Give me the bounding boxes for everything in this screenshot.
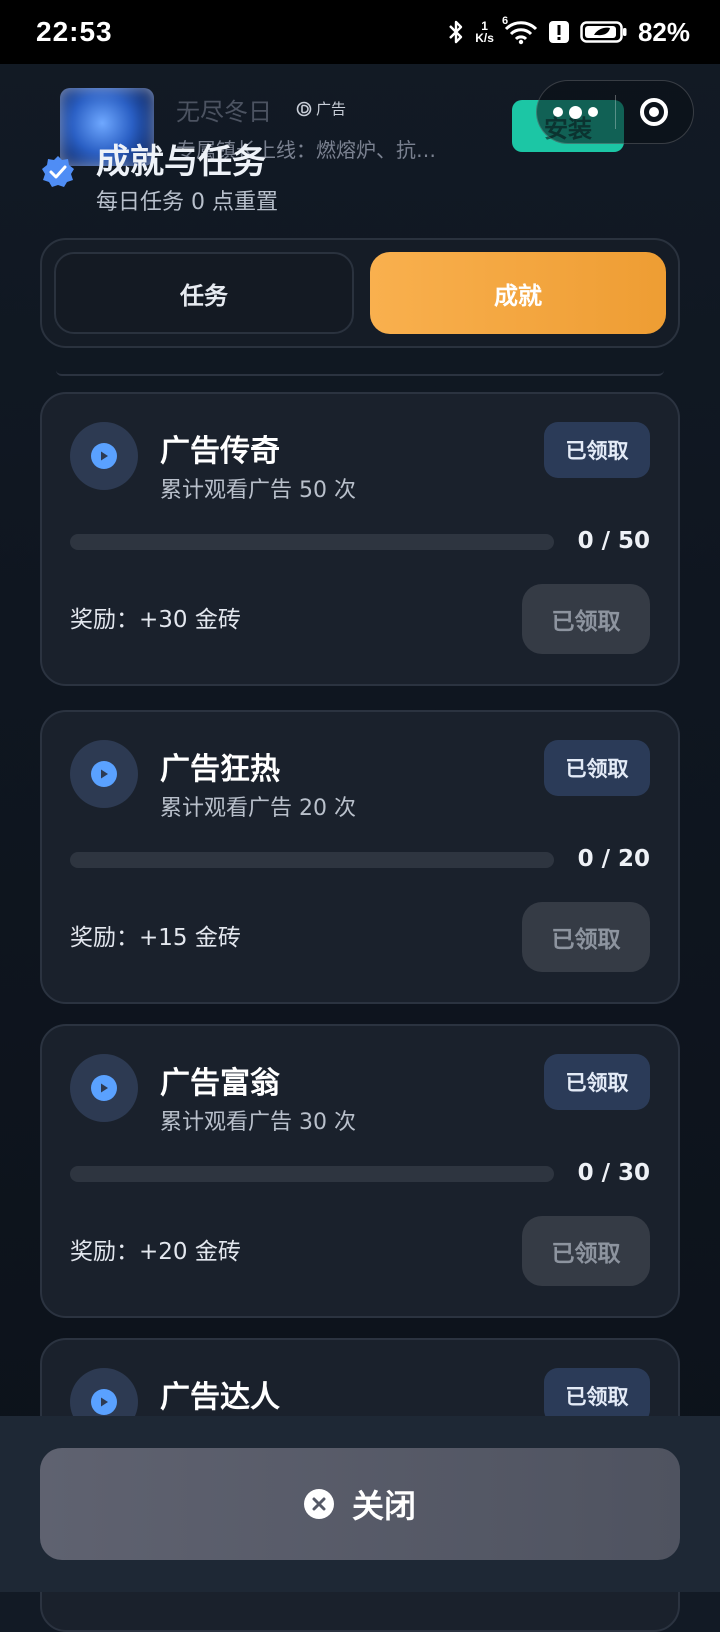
- close-label: 关闭: [351, 1487, 416, 1525]
- claim-button[interactable]: 已领取: [522, 584, 650, 654]
- mini-program-capsule: [536, 80, 694, 144]
- progress-bar: [70, 852, 554, 868]
- tab-tasks[interactable]: 任务: [54, 252, 354, 334]
- reward-text: 奖励：+15 金砖: [70, 925, 241, 951]
- status-icons: 1 K/s 6 82%: [447, 15, 690, 48]
- close-icon: [303, 1489, 334, 1519]
- page-subtitle: 每日任务 0 点重置: [96, 190, 278, 215]
- card-title: 广告传奇: [160, 434, 280, 469]
- wifi-icon: 6: [502, 15, 538, 45]
- network-speed: 1 K/s: [475, 19, 494, 45]
- ad-mark-icon: [296, 101, 312, 116]
- achievement-card: 广告传奇 累计观看广告 50 次 已领取 0 / 50 奖励：+30 金砖 已领…: [40, 392, 680, 686]
- status-badge: 已领取: [544, 422, 650, 478]
- alert-icon: [548, 19, 570, 45]
- claim-button[interactable]: 已领取: [522, 902, 650, 972]
- progress-bar: [70, 1166, 554, 1182]
- play-icon: [70, 740, 138, 808]
- status-badge: 已领取: [544, 1054, 650, 1110]
- tab-bar: 任务 成就: [40, 238, 680, 348]
- claim-button[interactable]: 已领取: [522, 1216, 650, 1286]
- more-menu-icon[interactable]: [537, 80, 615, 144]
- previous-card-edge: [56, 370, 664, 376]
- card-title: 广告狂热: [160, 752, 280, 787]
- play-icon: [70, 1054, 138, 1122]
- exit-mini-program-icon[interactable]: [616, 80, 694, 144]
- play-icon: [70, 422, 138, 490]
- reward-text: 奖励：+30 金砖: [70, 607, 241, 633]
- card-description: 累计观看广告 30 次: [160, 1110, 356, 1135]
- card-description: 累计观看广告 50 次: [160, 478, 356, 503]
- progress-count: 0 / 20: [577, 846, 650, 872]
- reward-text: 奖励：+20 金砖: [70, 1239, 241, 1265]
- progress-bar: [70, 534, 554, 550]
- bluetooth-icon: [447, 19, 465, 45]
- achievement-card: 广告狂热 累计观看广告 20 次 已领取 0 / 20 奖励：+15 金砖 已领…: [40, 710, 680, 1004]
- status-bar: 22:53 1 K/s 6 82%: [0, 0, 720, 64]
- tab-achievements[interactable]: 成就: [370, 252, 666, 334]
- ad-title[interactable]: 无尽冬日: [176, 92, 272, 127]
- bottom-bar: 关闭: [0, 1416, 720, 1592]
- card-title: 广告达人: [160, 1380, 280, 1415]
- progress-count: 0 / 50: [577, 528, 650, 554]
- card-description: 累计观看广告 20 次: [160, 796, 356, 821]
- status-badge: 已领取: [544, 740, 650, 796]
- achievement-card: 广告富翁 累计观看广告 30 次 已领取 0 / 30 奖励：+20 金砖 已领…: [40, 1024, 680, 1318]
- status-time: 22:53: [36, 16, 113, 47]
- card-title: 广告富翁: [160, 1066, 280, 1101]
- page-title: 成就与任务: [96, 142, 266, 182]
- battery-icon: [580, 19, 628, 45]
- progress-count: 0 / 30: [577, 1160, 650, 1186]
- ad-label: 广告: [296, 98, 346, 119]
- battery-percent: 82%: [637, 16, 690, 47]
- close-button[interactable]: 关闭: [40, 1448, 680, 1560]
- verified-badge-icon: [42, 156, 74, 187]
